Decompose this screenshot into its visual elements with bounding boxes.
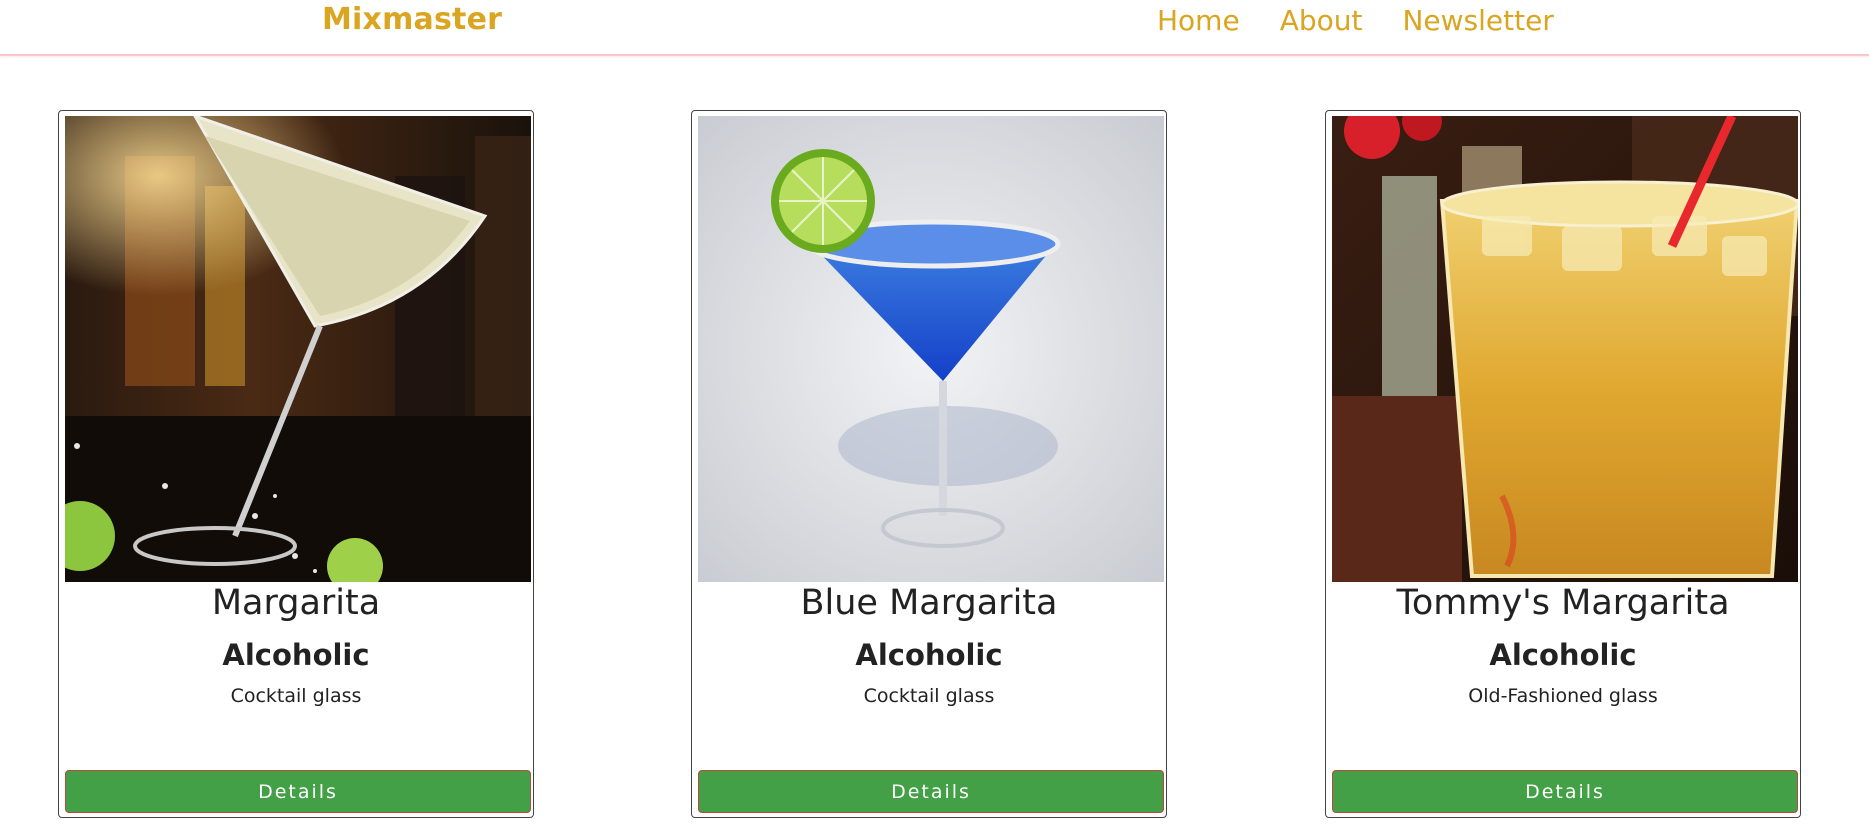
cocktail-category: Alcoholic — [1489, 638, 1637, 672]
cocktail-name: Blue Margarita — [800, 583, 1058, 623]
nav-links: Home About Newsletter — [1157, 4, 1554, 37]
cocktail-name: Tommy's Margarita — [1396, 583, 1730, 623]
cocktail-glass: Old-Fashioned glass — [1468, 685, 1658, 707]
nav-link-about[interactable]: About — [1280, 4, 1363, 37]
cocktail-glass: Cocktail glass — [863, 685, 995, 707]
cocktail-card-blue-margarita: Blue Margarita Alcoholic Cocktail glass … — [691, 110, 1167, 818]
brand-logo[interactable]: Mixmaster — [322, 2, 502, 37]
cocktail-card-tommys-margarita: Tommy's Margarita Alcoholic Old-Fashione… — [1325, 110, 1801, 818]
tommys-margarita-photo — [1332, 116, 1798, 582]
cocktail-card-margarita: Margarita Alcoholic Cocktail glass Detai… — [58, 110, 534, 818]
cocktail-category: Alcoholic — [855, 638, 1003, 672]
nav-link-newsletter[interactable]: Newsletter — [1402, 4, 1553, 37]
details-button[interactable]: Details — [1332, 770, 1798, 813]
cocktail-name: Margarita — [211, 583, 381, 623]
margarita-photo — [65, 116, 531, 582]
navbar: Mixmaster Home About Newsletter — [0, 0, 1869, 56]
blue-margarita-photo — [698, 116, 1164, 582]
details-button[interactable]: Details — [65, 770, 531, 813]
cocktail-glass: Cocktail glass — [230, 685, 362, 707]
details-button[interactable]: Details — [698, 770, 1164, 813]
nav-link-home[interactable]: Home — [1157, 4, 1240, 37]
cocktail-category: Alcoholic — [222, 638, 370, 672]
